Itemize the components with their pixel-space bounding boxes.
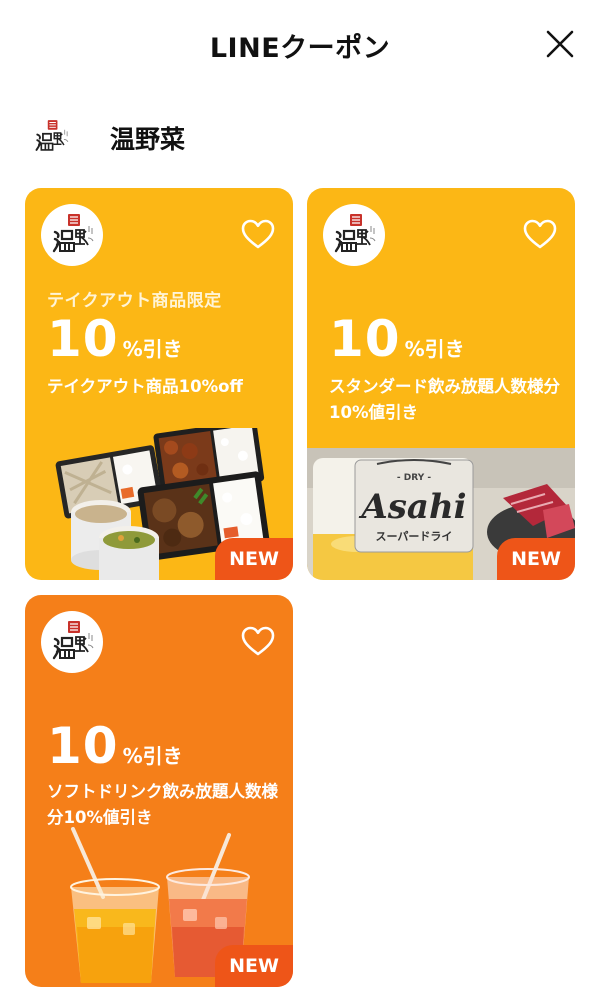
coupon-discount: 10 %引き — [47, 310, 183, 368]
coupon-subtitle: テイクアウト商品限定 — [47, 291, 222, 311]
beer-katakana-text: スーパードライ — [376, 530, 453, 543]
new-badge: NEW — [215, 538, 293, 580]
discount-unit: %引き — [122, 744, 183, 768]
heart-icon[interactable] — [523, 218, 557, 250]
beer-brand-text: Asahi — [358, 487, 466, 527]
new-badge: NEW — [497, 538, 575, 580]
header: LINEクーポン — [0, 0, 600, 96]
line-coupon-screen: LINEクーポン 温野菜 テイクアウト商品限定 10 %引き テイクアウト商品10… — [0, 0, 600, 1000]
shop-logo — [41, 204, 103, 266]
discount-number: 10 — [47, 717, 119, 775]
coupon-discount: 10 %引き — [329, 310, 465, 368]
coupon-description: ソフトドリンク飲み放題人数様分10%値引き — [47, 782, 278, 827]
shop-header[interactable]: 温野菜 — [0, 108, 600, 166]
discount-number: 10 — [47, 310, 119, 368]
close-icon — [546, 30, 574, 58]
shop-logo — [26, 112, 76, 162]
page-title: LINEクーポン — [209, 33, 391, 64]
shop-logo — [41, 611, 103, 673]
discount-unit: %引き — [122, 337, 183, 361]
heart-icon[interactable] — [241, 625, 275, 657]
coupon-card-standard-drinks[interactable]: 10 %引き スタンダード飲み放題人数様分10%値引き - DRY - Asahi… — [307, 188, 575, 580]
discount-unit: %引き — [404, 337, 465, 361]
svg-text:- DRY -: - DRY - — [397, 473, 431, 483]
new-badge: NEW — [215, 945, 293, 987]
beer-label-text: DRY — [404, 473, 425, 483]
shop-name: 温野菜 — [110, 125, 186, 154]
coupon-description: テイクアウト商品10%off — [47, 377, 243, 396]
coupon-description: スタンダード飲み放題人数様分10%値引き — [329, 377, 560, 422]
coupon-card-soft-drinks[interactable]: 10 %引き ソフトドリンク飲み放題人数様分10%値引き NEW — [25, 595, 293, 987]
coupon-card-takeout[interactable]: テイクアウト商品限定 10 %引き テイクアウト商品10%off NEW — [25, 188, 293, 580]
heart-icon[interactable] — [241, 218, 275, 250]
close-button[interactable] — [538, 22, 582, 66]
coupon-discount: 10 %引き — [47, 717, 183, 775]
shop-logo — [323, 204, 385, 266]
discount-number: 10 — [329, 310, 401, 368]
